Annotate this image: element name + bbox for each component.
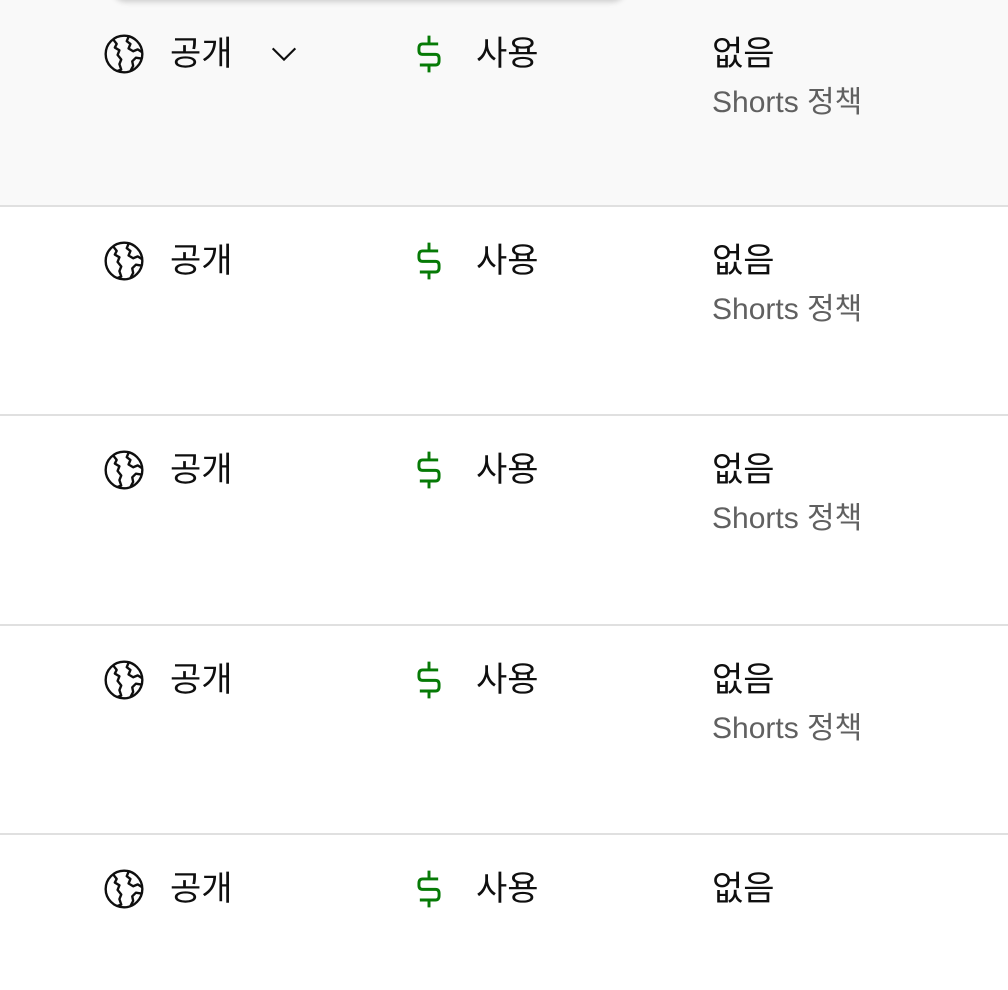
table-row[interactable]: 공개 사용 없음 — [0, 835, 1008, 990]
dollar-icon — [417, 870, 441, 908]
restrictions-cell: 없음 Shorts 정책 — [712, 658, 862, 748]
video-table: 공개 사용 없음 Shorts 정책 공개 사용 없음 Shorts 정책 공개… — [0, 0, 1008, 990]
monetization-cell[interactable]: 사용 — [414, 448, 539, 492]
globe-icon — [104, 241, 144, 281]
globe-icon — [104, 450, 144, 490]
dollar-icon — [417, 35, 441, 73]
restrictions-label: 없음 — [712, 869, 775, 909]
visibility-cell[interactable]: 공개 — [102, 239, 233, 283]
table-row[interactable]: 공개 사용 없음 Shorts 정책 — [0, 0, 1008, 207]
globe-icon — [104, 660, 144, 700]
restrictions-cell: 없음 — [712, 867, 775, 911]
visibility-label: 공개 — [170, 450, 233, 490]
monetization-label: 사용 — [476, 450, 539, 490]
visibility-cell[interactable]: 공개 — [102, 32, 301, 76]
monetization-cell[interactable]: 사용 — [414, 32, 539, 76]
monetization-label: 사용 — [476, 660, 539, 700]
visibility-label: 공개 — [170, 869, 233, 909]
visibility-cell[interactable]: 공개 — [102, 867, 233, 911]
restrictions-label: 없음 — [712, 660, 775, 700]
restrictions-cell: 없음 Shorts 정책 — [712, 448, 862, 538]
visibility-label: 공개 — [170, 241, 233, 281]
monetization-cell[interactable]: 사용 — [414, 658, 539, 702]
shorts-policy-text: Shorts 정책 — [712, 293, 863, 326]
restrictions-cell: 없음 Shorts 정책 — [712, 32, 862, 122]
restrictions-label: 없음 — [712, 241, 775, 281]
visibility-label: 공개 — [170, 34, 233, 74]
globe-icon — [104, 869, 144, 909]
restrictions-label: 없음 — [712, 34, 775, 74]
monetization-cell[interactable]: 사용 — [414, 867, 539, 911]
shorts-policy-text: Shorts 정책 — [712, 502, 863, 535]
restrictions-cell: 없음 Shorts 정책 — [712, 239, 862, 329]
monetization-label: 사용 — [476, 34, 539, 74]
shorts-policy-text: Shorts 정책 — [712, 712, 863, 745]
table-row[interactable]: 공개 사용 없음 Shorts 정책 — [0, 207, 1008, 416]
visibility-label: 공개 — [170, 660, 233, 700]
shorts-policy-text: Shorts 정책 — [712, 86, 863, 119]
restrictions-label: 없음 — [712, 450, 775, 490]
monetization-label: 사용 — [476, 241, 539, 281]
globe-icon — [104, 34, 144, 74]
table-row[interactable]: 공개 사용 없음 Shorts 정책 — [0, 626, 1008, 835]
monetization-label: 사용 — [476, 869, 539, 909]
dollar-icon — [417, 451, 441, 489]
visibility-cell[interactable]: 공개 — [102, 448, 233, 492]
dollar-icon — [417, 242, 441, 280]
visibility-cell[interactable]: 공개 — [102, 658, 233, 702]
monetization-cell[interactable]: 사용 — [414, 239, 539, 283]
dollar-icon — [417, 661, 441, 699]
chevron-down-icon[interactable] — [267, 37, 301, 71]
table-row[interactable]: 공개 사용 없음 Shorts 정책 — [0, 416, 1008, 626]
